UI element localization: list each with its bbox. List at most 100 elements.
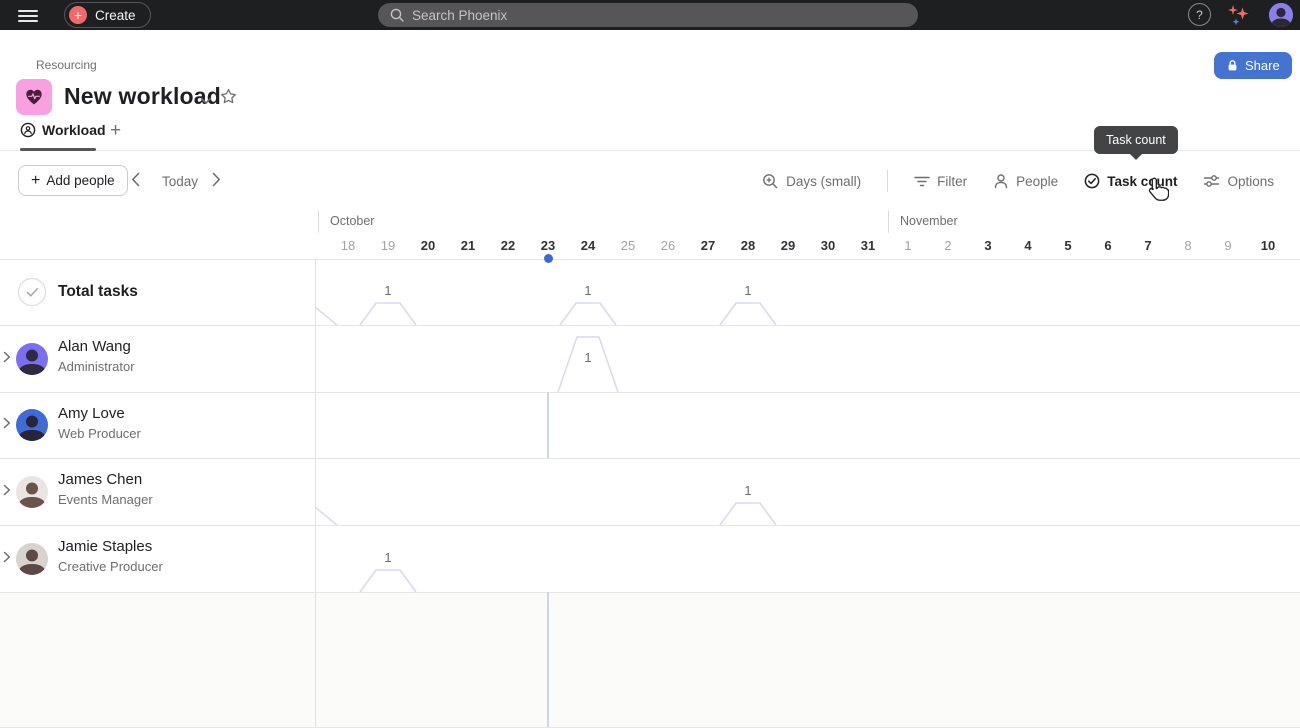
date-cell: 7 <box>1144 238 1151 253</box>
date-cell: 3 <box>984 238 991 253</box>
create-label: Create <box>95 8 136 23</box>
tooltip-label: Task count <box>1106 133 1166 147</box>
task-peak <box>720 503 776 525</box>
options-icon <box>1203 173 1220 189</box>
sparkles-icon[interactable] <box>1225 2 1251 33</box>
help-button[interactable]: ? <box>1188 3 1211 26</box>
today-button[interactable]: Today <box>162 174 198 189</box>
chevron-down-icon[interactable] <box>200 92 212 110</box>
person-row[interactable]: Jamie Staples Creative Producer <box>0 525 315 592</box>
project-heart-icon[interactable] <box>16 79 52 115</box>
workload-icon <box>20 122 36 138</box>
date-cell: 18 <box>341 238 355 253</box>
task-count-value: 1 <box>584 283 591 298</box>
share-button[interactable]: Share <box>1214 52 1292 79</box>
filter-button[interactable]: Filter <box>914 174 967 189</box>
date-cell: 2 <box>944 238 951 253</box>
options-button[interactable]: Options <box>1203 173 1274 189</box>
tab-workload[interactable]: Workload <box>20 122 106 138</box>
user-avatar[interactable] <box>1269 3 1293 27</box>
date-cell: 29 <box>781 238 795 253</box>
menu-icon[interactable] <box>18 7 38 23</box>
toolbar-right: Days (small) Filter People Task count Op <box>762 170 1274 192</box>
date-cell: 31 <box>861 238 875 253</box>
active-tab-indicator <box>20 148 96 151</box>
people-icon <box>993 173 1009 189</box>
expand-chevron-icon[interactable] <box>3 483 11 501</box>
date-cell: 10 <box>1261 238 1275 253</box>
month-label: October <box>330 214 374 228</box>
date-cell: 20 <box>421 238 435 253</box>
date-cell: 22 <box>501 238 515 253</box>
person-name[interactable]: Amy Love <box>58 405 125 422</box>
task-peak <box>560 303 616 325</box>
month-tick <box>318 211 319 233</box>
create-button[interactable]: + Create <box>64 2 151 28</box>
task-peak <box>720 303 776 325</box>
task-count-value: 1 <box>384 550 391 565</box>
date-cell: 30 <box>821 238 835 253</box>
avatar[interactable] <box>16 543 48 575</box>
person-name[interactable]: Alan Wang <box>58 338 131 355</box>
filter-label: Filter <box>937 174 967 189</box>
person-row[interactable]: Alan Wang Administrator <box>0 325 315 392</box>
options-label: Options <box>1227 174 1274 189</box>
date-cell: 8 <box>1184 238 1191 253</box>
peak-edge <box>315 507 337 525</box>
expand-chevron-icon[interactable] <box>3 550 11 568</box>
date-cell: 24 <box>581 238 595 253</box>
add-tab-button[interactable]: + <box>110 120 121 142</box>
people-label: People <box>1016 174 1058 189</box>
zoom-icon <box>762 173 779 190</box>
person-role: Events Manager <box>58 492 153 507</box>
person-name[interactable]: James Chen <box>58 471 142 488</box>
date-cell: 5 <box>1064 238 1071 253</box>
avatar[interactable] <box>16 409 48 441</box>
page-title: New workload <box>64 83 221 110</box>
task-count-value: 1 <box>584 350 591 365</box>
zoom-level-label: Days (small) <box>786 174 861 189</box>
task-count-label: Task count <box>1107 174 1177 189</box>
expand-chevron-icon[interactable] <box>3 350 11 368</box>
today-dot <box>544 254 553 263</box>
avatar[interactable] <box>16 343 48 375</box>
date-cell: 23 <box>541 238 555 253</box>
date-cell: 6 <box>1104 238 1111 253</box>
workload-chart[interactable]: 111111 <box>315 259 1300 728</box>
check-circle-icon <box>1084 173 1100 189</box>
prev-button[interactable] <box>131 172 140 192</box>
add-people-button[interactable]: + Add people <box>18 165 128 196</box>
divider <box>887 170 888 192</box>
person-name[interactable]: Jamie Staples <box>58 538 152 555</box>
zoom-level-button[interactable]: Days (small) <box>762 173 861 190</box>
expand-chevron-icon[interactable] <box>3 416 11 434</box>
task-count-value: 1 <box>384 283 391 298</box>
date-cell: 9 <box>1224 238 1231 253</box>
breadcrumb[interactable]: Resourcing <box>36 58 97 72</box>
add-people-label: Add people <box>46 173 114 188</box>
filter-icon <box>914 174 930 189</box>
date-cell: 28 <box>741 238 755 253</box>
search-placeholder: Search Phoenix <box>412 8 507 23</box>
total-tasks-row[interactable]: Total tasks <box>0 259 315 325</box>
person-role: Creative Producer <box>58 559 163 574</box>
month-label: November <box>900 214 958 228</box>
task-peak <box>360 303 416 325</box>
task-count-button[interactable]: Task count <box>1084 173 1177 189</box>
date-cell: 25 <box>621 238 635 253</box>
next-button[interactable] <box>212 172 221 192</box>
task-count-value: 1 <box>744 283 751 298</box>
person-row[interactable]: Amy LoveWeb Producer <box>0 392 315 458</box>
date-cell: 26 <box>661 238 675 253</box>
search-input[interactable]: Search Phoenix <box>378 3 918 27</box>
avatar[interactable] <box>16 476 48 508</box>
help-label: ? <box>1196 8 1203 22</box>
people-button[interactable]: People <box>993 173 1058 189</box>
person-role: Administrator <box>58 359 135 374</box>
date-cell: 4 <box>1024 238 1031 253</box>
person-row[interactable]: James Chen Events Manager <box>0 458 315 525</box>
star-icon[interactable] <box>220 88 237 110</box>
lock-icon <box>1226 59 1239 72</box>
topbar: + Create Search Phoenix ? <box>0 0 1300 30</box>
date-cell: 1 <box>904 238 911 253</box>
